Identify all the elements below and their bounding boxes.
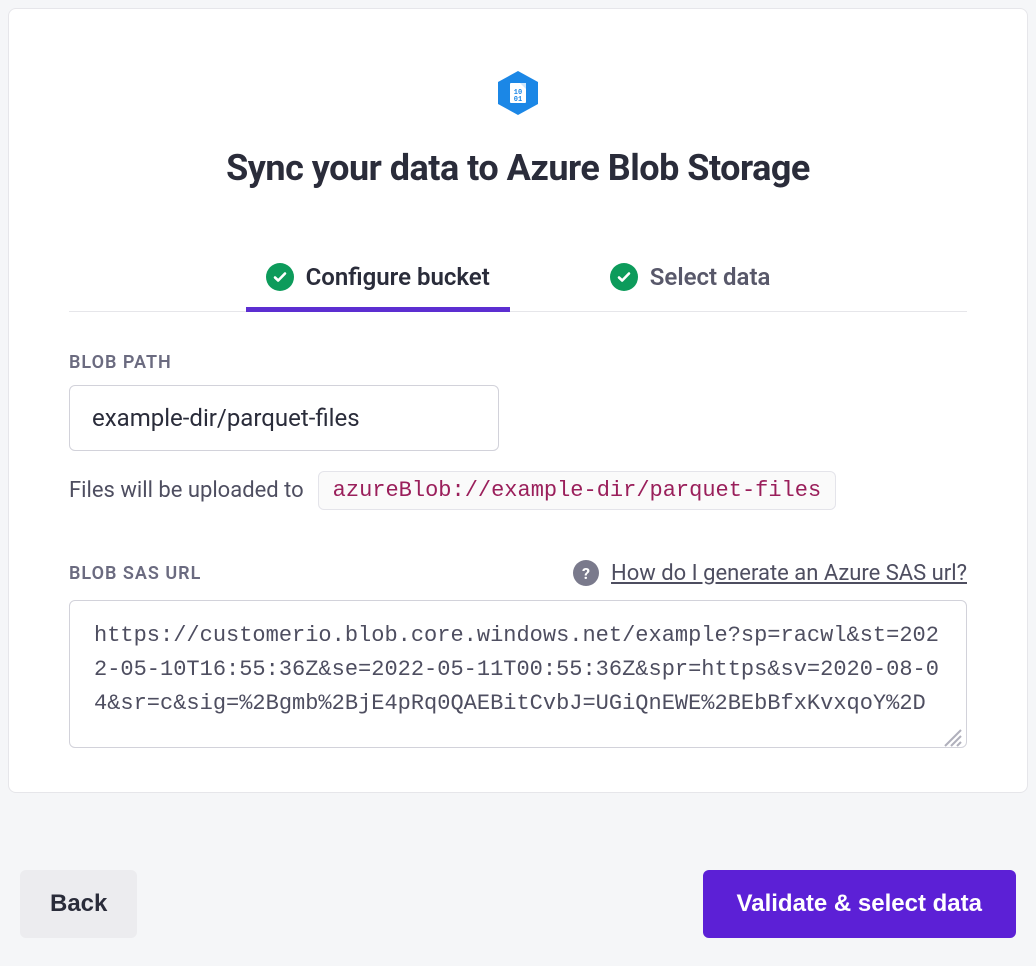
blob-path-hint: Files will be uploaded to azureBlob://ex…: [69, 471, 967, 510]
blob-path-field: BLOB PATH Files will be uploaded to azur…: [69, 352, 967, 510]
validate-select-button[interactable]: Validate & select data: [703, 870, 1016, 938]
azure-blob-icon: 10 01: [69, 69, 967, 117]
sas-help-group: ? How do I generate an Azure SAS url?: [573, 560, 967, 586]
blob-path-label: BLOB PATH: [69, 352, 967, 373]
sas-url-input[interactable]: [69, 600, 967, 748]
hint-prefix: Files will be uploaded to: [69, 478, 304, 503]
footer-actions: Back Validate & select data: [0, 846, 1036, 966]
sas-url-field: [69, 600, 967, 752]
step-tabs: Configure bucket Select data: [69, 249, 967, 312]
svg-text:01: 01: [514, 96, 522, 104]
tab-select-data[interactable]: Select data: [590, 249, 791, 312]
check-icon: [610, 263, 638, 291]
hint-path-code: azureBlob://example-dir/parquet-files: [318, 471, 836, 510]
check-icon: [266, 263, 294, 291]
back-button[interactable]: Back: [20, 870, 137, 938]
blob-path-input[interactable]: [69, 385, 499, 451]
help-icon[interactable]: ?: [573, 560, 599, 586]
page: 10 01 Sync your data to Azure Blob Stora…: [0, 8, 1036, 966]
tab-label: Configure bucket: [306, 263, 490, 291]
tab-configure-bucket[interactable]: Configure bucket: [246, 249, 510, 312]
tab-label: Select data: [650, 263, 771, 291]
sas-url-label-row: BLOB SAS URL ? How do I generate an Azur…: [69, 560, 967, 586]
sas-url-label: BLOB SAS URL: [69, 563, 201, 584]
sas-help-link[interactable]: How do I generate an Azure SAS url?: [611, 561, 967, 586]
page-title: Sync your data to Azure Blob Storage: [69, 147, 967, 189]
config-card: 10 01 Sync your data to Azure Blob Stora…: [8, 8, 1028, 793]
